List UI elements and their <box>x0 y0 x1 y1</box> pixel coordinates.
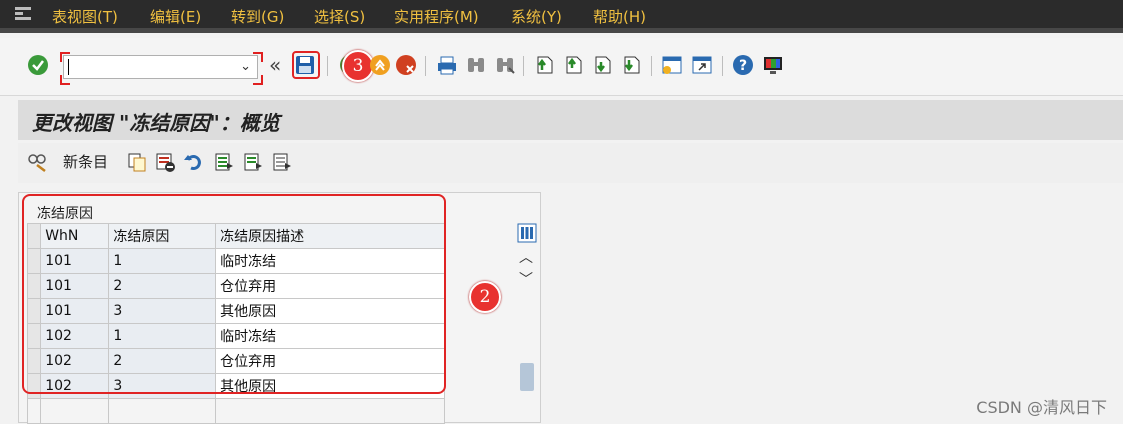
table-title: 冻结原因 <box>37 206 93 222</box>
svg-text:?: ? <box>739 58 747 74</box>
column-settings-icon[interactable] <box>517 223 537 243</box>
watermark: CSDN @清风日下 <box>976 398 1107 417</box>
undo-change-icon[interactable] <box>183 151 205 173</box>
delete-icon[interactable] <box>154 151 176 173</box>
page-title: 更改视图 "冻结原因"：概览 <box>32 111 280 135</box>
table-row: 102 3 其他原因 <box>26 373 445 399</box>
focus-corner <box>253 75 263 85</box>
table-row: 102 2 仓位弃用 <box>26 348 445 374</box>
cell-whn: 101 <box>40 248 110 274</box>
select-all-icon[interactable] <box>213 151 235 173</box>
cell-freeze-reason-desc[interactable]: 仓位弃用 <box>215 273 445 299</box>
cell-whn: 102 <box>40 323 110 349</box>
table-header-row: WhN 冻结原因 冻结原因描述 <box>26 223 445 249</box>
cell-freeze-reason-desc[interactable]: 临时冻结 <box>215 248 445 274</box>
toolbar-separator <box>523 56 524 76</box>
print-icon[interactable] <box>436 54 458 76</box>
toolbar-separator <box>651 56 652 76</box>
cell-freeze-reason-desc[interactable]: 其他原因 <box>215 373 445 399</box>
cell-freeze-reason-desc[interactable]: 其他原因 <box>215 298 445 324</box>
menu-goto[interactable]: 转到(G) <box>231 7 284 27</box>
empty-cell[interactable] <box>108 398 217 424</box>
select-all-cell[interactable] <box>26 223 42 249</box>
system-menu-icon[interactable] <box>14 6 32 22</box>
row-selector[interactable] <box>26 273 42 299</box>
last-page-icon[interactable] <box>620 54 642 76</box>
cell-freeze-reason: 2 <box>108 273 217 299</box>
menu-edit[interactable]: 编辑(E) <box>150 7 201 27</box>
cell-freeze-reason-desc[interactable]: 仓位弃用 <box>215 348 445 374</box>
row-selector[interactable] <box>26 298 42 324</box>
row-selector[interactable] <box>26 373 42 399</box>
generate-shortcut-icon[interactable] <box>691 54 713 76</box>
expand-command-field-icon[interactable]: « <box>269 53 281 77</box>
next-page-icon[interactable] <box>591 54 613 76</box>
row-selector[interactable] <box>26 398 42 424</box>
application-toolbar: 新条目 <box>18 143 1123 183</box>
cell-freeze-reason-desc[interactable]: 临时冻结 <box>215 323 445 349</box>
chevron-down-icon[interactable]: ⌄ <box>240 59 251 74</box>
cell-freeze-reason: 3 <box>108 298 217 324</box>
row-selector[interactable] <box>26 323 42 349</box>
previous-page-icon[interactable] <box>562 54 584 76</box>
command-field[interactable]: ⌄ <box>63 55 258 79</box>
cell-whn: 101 <box>40 298 110 324</box>
table-row: 101 2 仓位弃用 <box>26 273 445 299</box>
enter-checkmark-icon[interactable] <box>27 54 49 76</box>
table-row: 101 3 其他原因 <box>26 298 445 324</box>
cell-whn: 101 <box>40 273 110 299</box>
exit-icon[interactable] <box>369 54 391 76</box>
new-entries-button[interactable]: 新条目 <box>63 151 108 172</box>
menu-help[interactable]: 帮助(H) <box>593 7 646 27</box>
menu-selection[interactable]: 选择(S) <box>314 7 365 27</box>
save-icon[interactable] <box>295 55 315 75</box>
toolbar-separator <box>327 56 328 76</box>
toolbar-separator <box>722 56 723 76</box>
focus-corner <box>60 75 70 85</box>
table-row: 101 1 临时冻结 <box>26 248 445 274</box>
cell-freeze-reason: 1 <box>108 248 217 274</box>
scroll-up-icon[interactable]: ︿ <box>519 247 533 267</box>
freeze-reasons-table: WhN 冻结原因 冻结原因描述 101 1 临时冻结 101 2 仓位弃用 10… <box>26 223 445 424</box>
find-next-icon[interactable] <box>494 54 516 76</box>
help-icon[interactable]: ? <box>732 54 754 76</box>
first-page-icon[interactable] <box>533 54 555 76</box>
table-control-panel: 冻结原因 WhN 冻结原因 冻结原因描述 101 1 临时冻结 101 2 仓位… <box>18 192 541 424</box>
cell-whn: 102 <box>40 373 110 399</box>
cell-freeze-reason: 1 <box>108 323 217 349</box>
deselect-all-icon[interactable] <box>271 151 293 173</box>
menu-bar: 表视图(T) 编辑(E) 转到(G) 选择(S) 实用程序(M) 系统(Y) 帮… <box>0 0 1123 33</box>
table-row: 102 1 临时冻结 <box>26 323 445 349</box>
scroll-down-icon[interactable]: ﹀ <box>519 269 533 289</box>
find-icon[interactable] <box>465 54 487 76</box>
empty-cell[interactable] <box>40 398 110 424</box>
menu-table-view[interactable]: 表视图(T) <box>52 7 118 27</box>
standard-toolbar: ⌄ « 3 ? <box>0 38 1123 96</box>
focus-corner <box>60 52 70 62</box>
screen-title-bar: 更改视图 "冻结原因"：概览 <box>18 100 1123 140</box>
empty-table-row <box>26 398 445 424</box>
column-header-whn[interactable]: WhN <box>40 223 110 249</box>
cell-freeze-reason: 3 <box>108 373 217 399</box>
create-session-icon[interactable] <box>661 54 683 76</box>
column-header-freeze-reason[interactable]: 冻结原因 <box>108 223 217 249</box>
empty-cell[interactable] <box>215 398 445 424</box>
toolbar-separator <box>425 56 426 76</box>
row-selector[interactable] <box>26 348 42 374</box>
select-block-icon[interactable] <box>242 151 264 173</box>
row-selector[interactable] <box>26 248 42 274</box>
display-change-icon[interactable] <box>27 151 49 173</box>
scrollbar-thumb[interactable] <box>520 363 534 391</box>
copy-as-icon[interactable] <box>126 151 148 173</box>
menu-utilities[interactable]: 实用程序(M) <box>394 7 479 27</box>
customize-layout-icon[interactable] <box>762 54 784 76</box>
menu-system[interactable]: 系统(Y) <box>511 7 562 27</box>
cancel-icon[interactable] <box>395 54 417 76</box>
cell-freeze-reason: 2 <box>108 348 217 374</box>
step-marker-2: 2 <box>469 281 501 313</box>
cell-whn: 102 <box>40 348 110 374</box>
focus-corner <box>253 52 263 62</box>
column-header-freeze-reason-desc[interactable]: 冻结原因描述 <box>215 223 445 249</box>
